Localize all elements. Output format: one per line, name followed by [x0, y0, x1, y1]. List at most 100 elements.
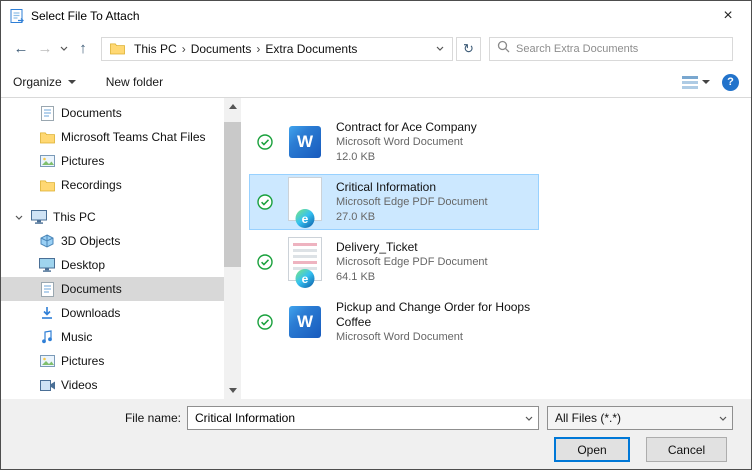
- file-tile-delivery-ticket[interactable]: e Delivery_Ticket Microsoft Edge PDF Doc…: [249, 234, 539, 290]
- search-box[interactable]: [489, 36, 733, 61]
- cube-icon: [39, 234, 55, 248]
- sync-ok-icon: [256, 254, 274, 270]
- sidebar-item-pictures[interactable]: Pictures: [1, 349, 224, 373]
- expand-chevron-icon[interactable]: [15, 215, 25, 220]
- download-arrow-icon: [39, 306, 55, 320]
- folder-icon: [39, 179, 55, 192]
- search-icon: [497, 40, 510, 58]
- sidebar-item-this-pc[interactable]: This PC: [1, 205, 224, 229]
- edge-logo-icon: e: [295, 209, 315, 228]
- sync-ok-icon: [256, 194, 274, 210]
- file-list: W Contract for Ace Company Microsoft Wor…: [241, 98, 751, 399]
- change-view-button[interactable]: [682, 75, 698, 89]
- file-tile-contract[interactable]: W Contract for Ace Company Microsoft Wor…: [249, 114, 539, 170]
- sync-ok-icon: [256, 314, 274, 330]
- sync-ok-icon: [256, 134, 274, 150]
- breadcrumb-documents[interactable]: Documents: [186, 42, 257, 56]
- sidebar-item-label: Documents: [61, 106, 122, 120]
- main-area: Documents Microsoft Teams Chat Files Pic…: [1, 98, 751, 399]
- sidebar-item-label: Downloads: [61, 306, 121, 320]
- file-size: 27.0 KB: [336, 210, 376, 223]
- sidebar-item-downloads[interactable]: Downloads: [1, 301, 224, 325]
- file-type: Microsoft Edge PDF Document: [336, 255, 488, 268]
- file-tile-pickup-change-order[interactable]: W Pickup and Change Order for Hoops Coff…: [249, 294, 539, 350]
- dialog-footer: File name: All Files (*.*) Open Cancel: [1, 399, 751, 469]
- open-file-dialog: Select File To Attach × ← → ↑ This PC › …: [0, 0, 752, 470]
- sidebar-item-3d-objects[interactable]: 3D Objects: [1, 229, 224, 253]
- word-document-icon: W: [282, 116, 328, 168]
- cancel-button[interactable]: Cancel: [646, 437, 727, 462]
- address-dropdown-chevron-icon[interactable]: [432, 46, 448, 51]
- edge-pdf-icon: e: [282, 236, 328, 288]
- pictures-icon: [39, 355, 55, 367]
- scroll-up-icon[interactable]: [224, 98, 241, 115]
- file-name-dropdown-chevron-icon[interactable]: [520, 416, 538, 421]
- breadcrumb-this-pc[interactable]: This PC: [129, 42, 182, 56]
- file-tile-critical-information[interactable]: e Critical Information Microsoft Edge PD…: [249, 174, 539, 230]
- organize-button[interactable]: Organize: [13, 75, 76, 89]
- scroll-down-icon[interactable]: [224, 382, 241, 399]
- recent-locations-chevron-icon[interactable]: [57, 36, 71, 62]
- new-folder-button[interactable]: New folder: [106, 75, 163, 89]
- back-button[interactable]: ←: [9, 36, 33, 62]
- sidebar-item-pictures-top[interactable]: Pictures: [1, 149, 224, 173]
- file-name-combobox[interactable]: [187, 406, 539, 430]
- sidebar-item-label: Documents: [61, 282, 122, 296]
- file-size: 64.1 KB: [336, 270, 376, 283]
- sidebar-item-label: Pictures: [61, 354, 105, 368]
- breadcrumb-extra-documents[interactable]: Extra Documents: [260, 42, 362, 56]
- forward-button[interactable]: →: [33, 36, 57, 62]
- file-name-input[interactable]: [188, 411, 520, 425]
- file-type-combobox[interactable]: All Files (*.*): [547, 406, 733, 430]
- sidebar-item-documents-top[interactable]: Documents: [1, 101, 224, 125]
- location-folder-icon: [110, 42, 125, 55]
- help-button[interactable]: ?: [722, 73, 739, 91]
- sidebar-item-recordings[interactable]: Recordings: [1, 173, 224, 197]
- sidebar-item-label: Recordings: [61, 178, 122, 192]
- sidebar-scrollbar[interactable]: [224, 98, 241, 399]
- file-size: 12.0 KB: [336, 150, 376, 163]
- edge-logo-icon: e: [295, 269, 315, 288]
- video-camera-icon: [39, 379, 55, 391]
- dialog-app-icon: [9, 8, 25, 24]
- organize-dropdown-icon: [67, 80, 76, 84]
- file-name: Pickup and Change Order for Hoops Coffee: [336, 299, 531, 329]
- sidebar-item-documents-selected[interactable]: Documents: [1, 277, 224, 301]
- window-title: Select File To Attach: [31, 8, 140, 23]
- sidebar-item-music[interactable]: Music: [1, 325, 224, 349]
- search-input[interactable]: [516, 42, 725, 55]
- sidebar-item-label: Desktop: [61, 258, 106, 272]
- file-type: Microsoft Word Document: [336, 135, 463, 148]
- views-icon: [682, 76, 698, 89]
- navigation-bar: ← → ↑ This PC › Documents › Extra Docume…: [1, 30, 751, 67]
- edge-pdf-icon: e: [282, 176, 328, 228]
- file-name: Contract for Ace Company: [336, 119, 477, 134]
- open-button[interactable]: Open: [554, 437, 630, 462]
- refresh-button[interactable]: ↻: [456, 36, 481, 61]
- sidebar-item-label: 3D Objects: [61, 234, 121, 248]
- address-bar[interactable]: This PC › Documents › Extra Documents: [101, 36, 453, 61]
- documents-icon: [39, 281, 55, 297]
- close-button[interactable]: ×: [705, 1, 751, 30]
- file-name: Critical Information: [336, 179, 437, 194]
- file-type-dropdown-chevron-icon[interactable]: [714, 416, 732, 421]
- organize-label: Organize: [13, 75, 62, 89]
- sidebar-item-videos[interactable]: Videos: [1, 373, 224, 397]
- sidebar-item-label: Music: [61, 330, 93, 344]
- documents-folder-icon: [39, 105, 55, 121]
- sidebar-item-label: This PC: [53, 210, 96, 224]
- title-bar: Select File To Attach ×: [1, 1, 751, 30]
- scrollbar-thumb[interactable]: [224, 122, 241, 267]
- desktop-icon: [39, 258, 55, 272]
- views-dropdown-chevron-icon[interactable]: [702, 80, 710, 84]
- command-toolbar: Organize New folder ?: [1, 67, 751, 98]
- up-button[interactable]: ↑: [71, 36, 95, 62]
- file-type-value: All Files (*.*): [555, 411, 622, 425]
- computer-icon: [31, 210, 47, 224]
- file-name: Delivery_Ticket: [336, 239, 418, 254]
- pictures-icon: [39, 155, 55, 167]
- sidebar-item-label: Videos: [61, 378, 98, 392]
- toolbar-right-group: ?: [682, 73, 739, 91]
- sidebar-item-teams-chat-files[interactable]: Microsoft Teams Chat Files: [1, 125, 224, 149]
- sidebar-item-desktop[interactable]: Desktop: [1, 253, 224, 277]
